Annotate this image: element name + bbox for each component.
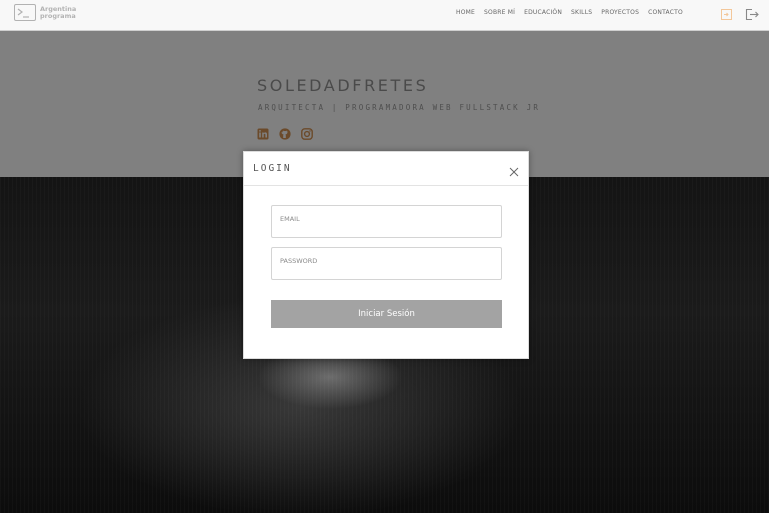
logo-line-2: programa <box>40 11 76 20</box>
navbar: Argentina programa HOME SOBRE MÍ EDUCACI… <box>0 0 769 31</box>
password-field[interactable] <box>272 251 501 283</box>
email-field[interactable] <box>272 209 501 241</box>
github-icon[interactable] <box>279 125 291 144</box>
hero-subtitle: ARQUITECTA | PROGRAMADORA WEB FULLSTACK … <box>258 103 541 112</box>
argentina-programa-logo[interactable]: Argentina programa <box>14 4 76 21</box>
nav-link-contacto[interactable]: CONTACTO <box>648 9 683 16</box>
logout-icon[interactable] <box>745 6 760 25</box>
instagram-icon[interactable] <box>301 125 313 144</box>
login-submit-button[interactable]: Iniciar Sesión <box>271 300 502 328</box>
nav-link-sobre-mi[interactable]: SOBRE MÍ <box>484 9 515 16</box>
logo-text: Argentina programa <box>40 5 76 20</box>
terminal-icon <box>14 4 36 21</box>
nav-link-home[interactable]: HOME <box>456 9 475 16</box>
login-modal: LOGIN Iniciar Sesión <box>243 151 529 359</box>
modal-header: LOGIN <box>244 152 528 186</box>
password-field-wrapper <box>271 247 502 283</box>
nav-links: HOME SOBRE MÍ EDUCACIÓN SKILLS PROYECTOS… <box>456 9 683 16</box>
linkedin-icon[interactable] <box>257 125 269 144</box>
modal-title: LOGIN <box>253 163 292 174</box>
hero-title: SOLEDADFRETES <box>257 76 429 95</box>
email-field-wrapper <box>271 205 502 241</box>
login-icon[interactable] <box>720 6 733 25</box>
nav-link-skills[interactable]: SKILLS <box>571 9 592 16</box>
close-icon[interactable] <box>508 163 520 177</box>
nav-link-proyectos[interactable]: PROYECTOS <box>601 9 639 16</box>
nav-link-educacion[interactable]: EDUCACIÓN <box>524 9 562 16</box>
